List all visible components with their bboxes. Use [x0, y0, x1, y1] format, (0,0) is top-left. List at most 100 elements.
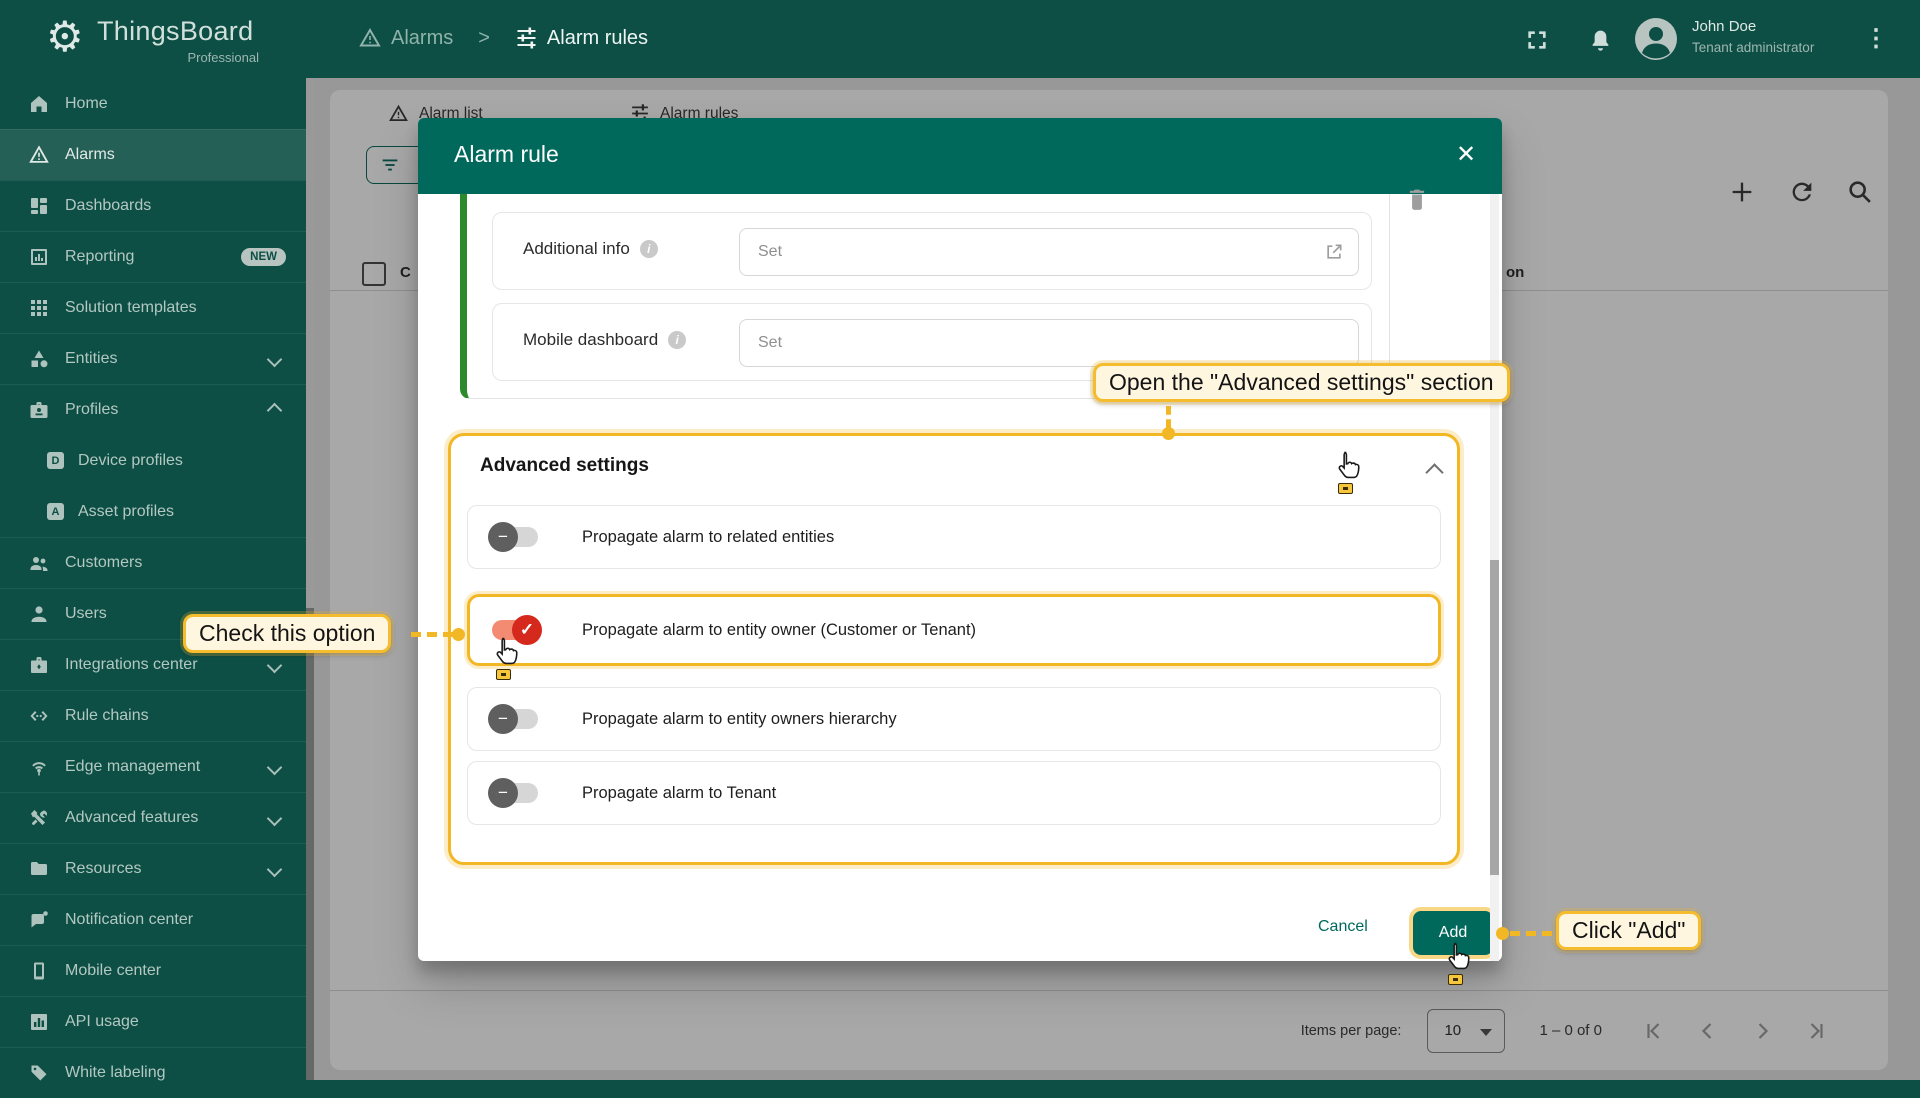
phone-icon	[28, 960, 50, 982]
close-icon[interactable]: ✕	[1456, 140, 1476, 169]
sidebar-item-api-usage[interactable]: API usage	[0, 996, 306, 1047]
info-icon: i	[640, 240, 658, 258]
sidebar-item-resources[interactable]: Resources	[0, 843, 306, 894]
dialog-scrollbar[interactable]	[1490, 194, 1499, 961]
callout-click-add: Click "Add"	[1556, 911, 1701, 950]
tools-icon	[28, 807, 50, 829]
sidebar: ⚙ ThingsBoard Professional Home Alarms D…	[0, 0, 306, 1080]
home-icon	[28, 93, 50, 115]
antenna-icon	[28, 756, 50, 778]
additional-info-row: Additional info i Set	[492, 212, 1372, 290]
avatar[interactable]	[1634, 17, 1678, 61]
sidebar-item-mobile-center[interactable]: Mobile center	[0, 945, 306, 996]
notifications-bell-icon[interactable]	[1587, 26, 1614, 53]
integration-icon	[28, 654, 50, 676]
sidebar-item-profiles[interactable]: Profiles	[0, 384, 306, 435]
callout-connector	[1166, 406, 1171, 428]
additional-info-label: Additional info	[523, 239, 630, 259]
mobile-dashboard-label: Mobile dashboard	[523, 330, 658, 350]
user-name: John Doe	[1692, 18, 1814, 35]
sidebar-item-notification-center[interactable]: Notification center	[0, 894, 306, 945]
category-icon	[28, 348, 50, 370]
callout-connector-dot	[1162, 427, 1175, 440]
chevron-down-icon	[267, 351, 283, 367]
sidebar-item-rule-chains[interactable]: Rule chains	[0, 690, 306, 741]
sidebar-item-dashboards[interactable]: Dashboards	[0, 180, 306, 231]
alarm-rule-dialog: Alarm rule ✕ Additional info i Set Mobil…	[418, 118, 1502, 961]
cursor-badge	[1338, 483, 1353, 494]
folder-icon	[28, 858, 50, 880]
breadcrumb: Alarms > Alarm rules	[358, 26, 648, 50]
kebab-menu-icon[interactable]: ⋮	[1864, 24, 1888, 53]
sidebar-item-alarms[interactable]: Alarms	[0, 129, 306, 180]
user-info[interactable]: John Doe Tenant administrator	[1692, 18, 1814, 55]
chevron-down-icon	[267, 810, 283, 826]
code-icon	[28, 705, 50, 727]
callout-connector	[1510, 931, 1552, 936]
asset-profile-icon: A	[47, 503, 64, 520]
cursor-pointer-advanced	[1334, 450, 1364, 498]
notification-icon	[28, 909, 50, 931]
cancel-button[interactable]: Cancel	[1318, 918, 1368, 936]
sidebar-nav: Home Alarms Dashboards Reporting NEW Sol…	[0, 78, 306, 1098]
chevron-down-icon	[267, 759, 283, 775]
mobile-dashboard-input[interactable]: Set	[739, 319, 1359, 367]
open-in-new-icon[interactable]	[1324, 242, 1344, 262]
chevron-down-icon	[267, 861, 283, 877]
warning-icon	[28, 144, 50, 166]
toggle-off[interactable]: −	[490, 783, 538, 803]
additional-info-input[interactable]: Set	[739, 228, 1359, 276]
people-icon	[28, 552, 50, 574]
chevron-down-icon	[267, 657, 283, 673]
sidebar-item-edge-management[interactable]: Edge management	[0, 741, 306, 792]
dialog-header: Alarm rule ✕	[418, 118, 1502, 194]
breadcrumb-alarms[interactable]: Alarms	[391, 27, 453, 50]
callout-check-option: Check this option	[183, 614, 391, 653]
cursor-badge	[496, 669, 511, 680]
dashboard-icon	[28, 195, 50, 217]
toggle-row-owners-hierarchy[interactable]: − Propagate alarm to entity owners hiera…	[467, 687, 1441, 751]
cursor-pointer-toggle	[492, 636, 522, 684]
app-name: ThingsBoard	[97, 16, 253, 47]
tune-icon	[515, 26, 538, 50]
chevron-up-icon	[267, 402, 283, 418]
warning-icon	[358, 26, 382, 50]
sidebar-item-white-labeling[interactable]: White labeling	[0, 1047, 306, 1098]
advanced-settings-title: Advanced settings	[480, 455, 649, 477]
info-icon: i	[668, 331, 686, 349]
breadcrumb-alarm-rules: Alarm rules	[547, 27, 648, 50]
app-edition: Professional	[97, 50, 259, 65]
toggle-row-tenant[interactable]: − Propagate alarm to Tenant	[467, 761, 1441, 825]
delete-rule-icon[interactable]	[1406, 188, 1428, 212]
sidebar-item-advanced-features[interactable]: Advanced features	[0, 792, 306, 843]
person-icon	[28, 603, 50, 625]
toggle-off[interactable]: −	[490, 527, 538, 547]
sidebar-item-reporting[interactable]: Reporting NEW	[0, 231, 306, 282]
cursor-badge	[1448, 974, 1463, 985]
fullscreen-icon[interactable]	[1524, 27, 1550, 53]
dialog-title: Alarm rule	[454, 141, 559, 168]
callout-connector-dot	[1496, 927, 1509, 940]
report-icon	[28, 246, 50, 268]
sidebar-item-device-profiles[interactable]: D Device profiles	[0, 435, 306, 486]
sidebar-item-entities[interactable]: Entities	[0, 333, 306, 384]
new-badge: NEW	[241, 248, 286, 266]
breadcrumb-separator: >	[478, 27, 490, 50]
sidebar-item-customers[interactable]: Customers	[0, 537, 306, 588]
badge-icon	[28, 399, 50, 421]
bar-chart-icon	[28, 1011, 50, 1033]
toggle-row-related-entities[interactable]: − Propagate alarm to related entities	[467, 505, 1441, 569]
callout-connector	[411, 632, 453, 637]
toggle-off[interactable]: −	[490, 709, 538, 729]
sidebar-item-home[interactable]: Home	[0, 78, 306, 129]
callout-open-advanced: Open the "Advanced settings" section	[1093, 363, 1510, 402]
sidebar-item-asset-profiles[interactable]: A Asset profiles	[0, 486, 306, 537]
toggle-row-entity-owner[interactable]: ✓ Propagate alarm to entity owner (Custo…	[467, 594, 1441, 666]
scrollbar-thumb[interactable]	[1490, 560, 1499, 875]
app-logo[interactable]: ⚙ ThingsBoard Professional	[0, 0, 306, 78]
cursor-pointer-add	[1444, 941, 1474, 989]
callout-connector-dot	[452, 628, 465, 641]
logo-gear-icon: ⚙	[46, 12, 84, 61]
sidebar-item-solution-templates[interactable]: Solution templates	[0, 282, 306, 333]
tag-icon	[28, 1062, 50, 1084]
